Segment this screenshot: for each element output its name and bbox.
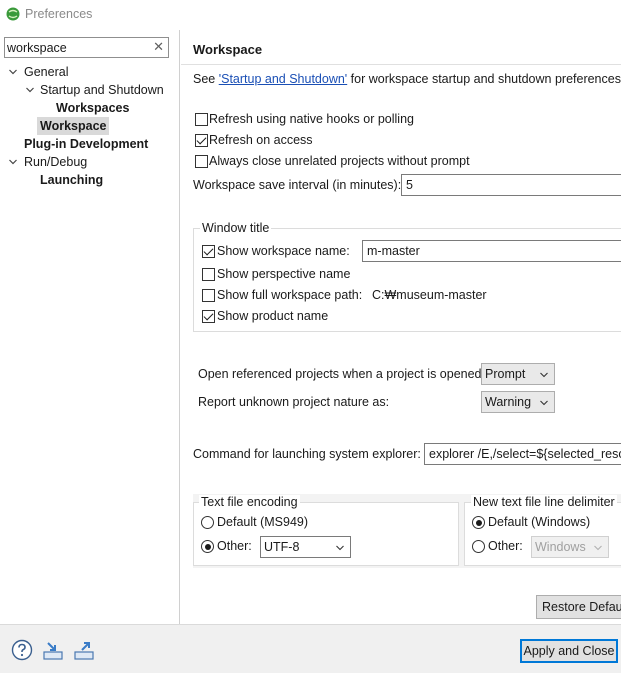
save-interval-label: Workspace save interval (in minutes): (193, 178, 402, 192)
show-product-name-label: Show product name (217, 309, 329, 323)
encoding-default-radio[interactable] (201, 516, 214, 529)
always-close-checkbox[interactable] (195, 155, 208, 168)
delimiter-other-label: Other: (488, 539, 523, 553)
tree-item-run-debug[interactable]: Run/Debug (24, 153, 87, 171)
explorer-command-label: Command for launching system explorer: (193, 447, 421, 461)
tree-item-workspace-selected[interactable]: Workspace (37, 117, 110, 135)
import-icon[interactable] (42, 640, 64, 662)
show-workspace-name-checkbox[interactable] (202, 245, 215, 258)
delimiter-other-radio[interactable] (472, 540, 485, 553)
window-title-group-title: Window title (200, 221, 272, 235)
see-suffix: for workspace startup and shutdown prefe… (347, 72, 621, 86)
clear-filter-icon[interactable]: ✕ (153, 39, 164, 55)
chevron-down-icon (540, 400, 548, 406)
chevron-down-icon (540, 372, 548, 378)
chevron-down-icon[interactable] (8, 157, 18, 167)
open-referenced-value: Prompt (485, 367, 526, 381)
encoding-default-label: Default (MS949) (217, 515, 309, 529)
chevron-down-icon[interactable] (25, 85, 35, 95)
startup-info-text: See 'Startup and Shutdown' for workspace… (193, 72, 621, 86)
tree-item-workspaces[interactable]: Workspaces (56, 99, 129, 117)
refresh-on-access-label: Refresh on access (209, 133, 313, 147)
save-interval-input[interactable]: 5 (401, 174, 621, 196)
title-bar (0, 0, 621, 30)
chevron-down-icon[interactable] (8, 67, 18, 77)
always-close-label: Always close unrelated projects without … (209, 154, 470, 168)
workspace-path-value: C:₩museum-master (372, 288, 487, 302)
startup-shutdown-link[interactable]: 'Startup and Shutdown' (219, 72, 347, 86)
unknown-nature-value: Warning (485, 395, 532, 409)
delimiter-value: Windows (535, 540, 586, 554)
line-delimiter-title: New text file line delimiter (471, 495, 617, 509)
window-title: Preferences (25, 7, 93, 21)
delimiter-default-label: Default (Windows) (488, 515, 591, 529)
see-prefix: See (193, 72, 219, 86)
encoding-other-label: Other: (217, 539, 252, 553)
workspace-name-input[interactable]: m-master (362, 240, 621, 262)
unknown-nature-select[interactable]: Warning (481, 391, 555, 413)
filter-input[interactable] (7, 39, 149, 56)
encoding-value: UTF-8 (264, 540, 300, 554)
restore-defaults-button[interactable]: Restore Defaults (536, 595, 621, 619)
text-encoding-title: Text file encoding (199, 495, 300, 509)
tree-item-startup-shutdown[interactable]: Startup and Shutdown (40, 81, 164, 99)
unknown-nature-label: Report unknown project nature as: (198, 395, 390, 409)
delimiter-default-radio[interactable] (472, 516, 485, 529)
show-perspective-name-checkbox[interactable] (202, 268, 215, 281)
page-title: Workspace (193, 42, 263, 57)
show-perspective-name-label: Show perspective name (217, 267, 351, 281)
apply-and-close-button[interactable]: Apply and Close (520, 639, 618, 663)
tree-item-launching[interactable]: Launching (40, 171, 103, 189)
tree-item-plugin-development[interactable]: Plug-in Development (24, 135, 148, 153)
filter-field[interactable]: ✕ (4, 37, 169, 58)
show-workspace-name-label: Show workspace name: (217, 244, 350, 258)
eclipse-icon (6, 7, 20, 21)
refresh-on-access-checkbox[interactable] (195, 134, 208, 147)
open-referenced-select[interactable]: Prompt (481, 363, 555, 385)
delimiter-select: Windows (531, 536, 609, 558)
chevron-down-icon (336, 545, 344, 551)
refresh-native-label: Refresh using native hooks or polling (209, 112, 414, 126)
show-product-name-checkbox[interactable] (202, 310, 215, 323)
help-icon[interactable] (11, 639, 33, 661)
export-icon[interactable] (73, 640, 95, 662)
tree-item-general[interactable]: General (24, 63, 68, 81)
explorer-command-input[interactable]: explorer /E,/select=${selected_resource_… (424, 443, 621, 465)
open-referenced-label: Open referenced projects when a project … (198, 367, 485, 381)
refresh-native-checkbox[interactable] (195, 113, 208, 126)
encoding-select[interactable]: UTF-8 (260, 536, 351, 558)
show-full-path-checkbox[interactable] (202, 289, 215, 302)
header-divider (181, 64, 621, 65)
chevron-down-icon (594, 545, 602, 551)
encoding-other-radio[interactable] (201, 540, 214, 553)
show-full-path-label: Show full workspace path: (217, 288, 363, 302)
